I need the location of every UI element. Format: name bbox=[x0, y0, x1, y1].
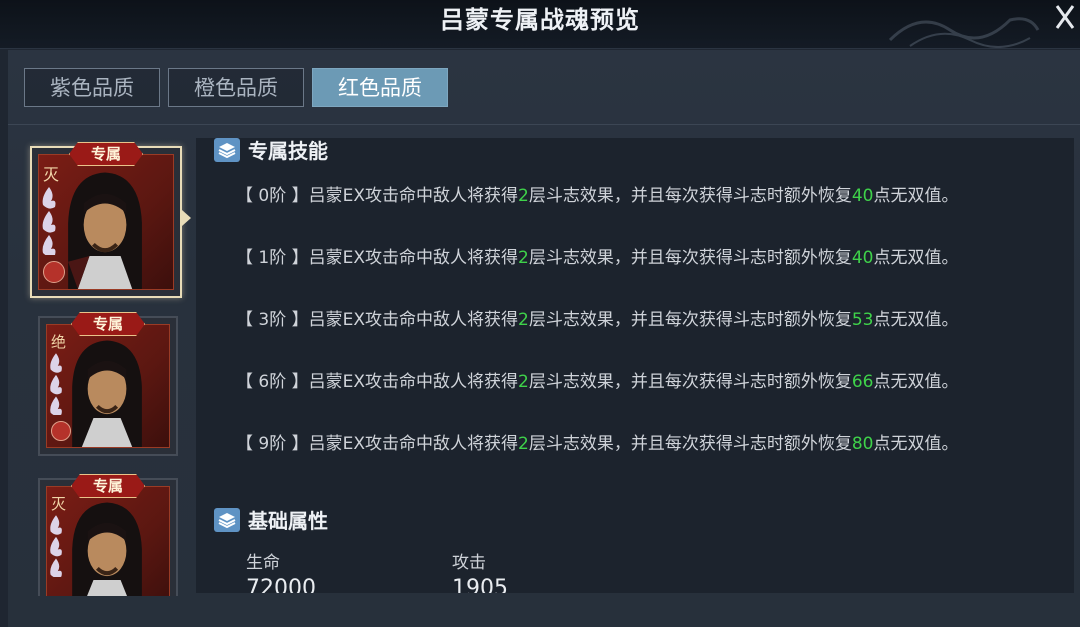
section-title: 专属技能 bbox=[248, 139, 328, 163]
skill-text: 层斗志效果，并且每次获得斗志时额外恢复 bbox=[528, 186, 852, 206]
skill-text: 吕蒙EX攻击命中敌人将获得 bbox=[308, 186, 519, 206]
stat-label-hp: 生命 bbox=[246, 553, 280, 573]
skill-text: 点无双值。 bbox=[873, 310, 959, 330]
skill-entry: 【 1阶 】吕蒙EX攻击命中敌人将获得2层斗志效果，并且每次获得斗志时额外恢复4… bbox=[236, 246, 996, 271]
skill-text: 层斗志效果，并且每次获得斗志时额外恢复 bbox=[528, 248, 852, 268]
layers-icon bbox=[214, 138, 240, 162]
flame-icons bbox=[42, 187, 56, 255]
flame-icons bbox=[50, 515, 62, 577]
stat-label-attack: 攻击 bbox=[452, 553, 486, 573]
hero-portrait: 灭 bbox=[46, 486, 170, 596]
tab-orange-quality[interactable]: 橙色品质 bbox=[168, 68, 304, 107]
skill-level: 【 6阶 】 bbox=[236, 372, 309, 392]
skill-entry: 【 9阶 】吕蒙EX攻击命中敌人将获得2层斗志效果，并且每次获得斗志时额外恢复8… bbox=[236, 432, 996, 457]
skill-level: 【 9阶 】 bbox=[236, 434, 309, 454]
skill-text: 点无双值。 bbox=[873, 186, 959, 206]
corner-glyph: 灭 bbox=[43, 165, 60, 184]
skill-stacks-value: 2 bbox=[518, 248, 529, 268]
detail-scroll-area[interactable]: 专属技能 【 0阶 】吕蒙EX攻击命中敌人将获得2层斗志效果，并且每次获得斗志时… bbox=[196, 138, 1074, 593]
corner-glyph: 绝 bbox=[51, 333, 67, 351]
war-soul-list[interactable]: 专属 灭 专属 绝 专属 灭 bbox=[0, 126, 200, 596]
skill-amount-value: 66 bbox=[851, 372, 874, 392]
skill-entry: 【 6阶 】吕蒙EX攻击命中敌人将获得2层斗志效果，并且每次获得斗志时额外恢复6… bbox=[236, 370, 996, 395]
skill-level: 【 3阶 】 bbox=[236, 310, 309, 330]
hero-portrait: 绝 bbox=[46, 324, 170, 448]
flame-icons bbox=[50, 353, 62, 415]
skill-text: 点无双值。 bbox=[873, 434, 959, 454]
skill-stacks-value: 2 bbox=[518, 372, 529, 392]
skill-text: 吕蒙EX攻击命中敌人将获得 bbox=[308, 434, 519, 454]
skill-entry: 【 3阶 】吕蒙EX攻击命中敌人将获得2层斗志效果，并且每次获得斗志时额外恢复5… bbox=[236, 308, 996, 333]
skill-level: 【 1阶 】 bbox=[236, 248, 309, 268]
stat-value-attack: 1905 bbox=[452, 576, 508, 593]
skill-text: 吕蒙EX攻击命中敌人将获得 bbox=[308, 372, 519, 392]
skill-text: 吕蒙EX攻击命中敌人将获得 bbox=[308, 310, 519, 330]
skill-text: 点无双值。 bbox=[873, 372, 959, 392]
skill-amount-value: 40 bbox=[851, 186, 874, 206]
skill-entry: 【 0阶 】吕蒙EX攻击命中敌人将获得2层斗志效果，并且每次获得斗志时额外恢复4… bbox=[236, 184, 996, 209]
page-title: 吕蒙专属战魂预览 bbox=[440, 6, 640, 34]
divider bbox=[8, 124, 1080, 125]
tab-red-quality[interactable]: 红色品质 bbox=[312, 68, 448, 107]
exclusive-badge: 专属 bbox=[71, 474, 145, 498]
close-icon[interactable] bbox=[1054, 2, 1080, 36]
selection-pointer-icon bbox=[182, 210, 191, 226]
skill-text: 吕蒙EX攻击命中敌人将获得 bbox=[308, 248, 519, 268]
section-title: 基础属性 bbox=[248, 509, 328, 533]
skill-text: 点无双值。 bbox=[873, 248, 959, 268]
corner-glyph: 灭 bbox=[51, 495, 67, 513]
exclusive-badge: 专属 bbox=[71, 312, 145, 336]
emblem-icon bbox=[51, 421, 71, 441]
stat-value-hp: 72000 bbox=[246, 576, 316, 593]
title-bar: 吕蒙专属战魂预览 bbox=[0, 0, 1080, 49]
emblem-icon bbox=[43, 261, 65, 283]
war-soul-card[interactable]: 专属 绝 bbox=[38, 312, 178, 456]
skill-amount-value: 80 bbox=[851, 434, 874, 454]
skill-level: 【 0阶 】 bbox=[236, 186, 309, 206]
tab-purple-quality[interactable]: 紫色品质 bbox=[24, 68, 160, 107]
skill-stacks-value: 2 bbox=[518, 186, 529, 206]
skill-text: 层斗志效果，并且每次获得斗志时额外恢复 bbox=[528, 434, 852, 454]
skill-amount-value: 40 bbox=[851, 248, 874, 268]
layers-icon bbox=[214, 508, 240, 532]
exclusive-badge: 专属 bbox=[69, 142, 143, 166]
war-soul-card[interactable]: 专属 灭 bbox=[30, 142, 182, 298]
skill-text: 层斗志效果，并且每次获得斗志时额外恢复 bbox=[528, 310, 852, 330]
skill-stacks-value: 2 bbox=[518, 310, 529, 330]
skill-amount-value: 53 bbox=[851, 310, 874, 330]
skill-stacks-value: 2 bbox=[518, 434, 529, 454]
skill-text: 层斗志效果，并且每次获得斗志时额外恢复 bbox=[528, 372, 852, 392]
war-soul-card[interactable]: 专属 灭 bbox=[38, 474, 178, 596]
hero-portrait: 灭 bbox=[38, 154, 174, 290]
